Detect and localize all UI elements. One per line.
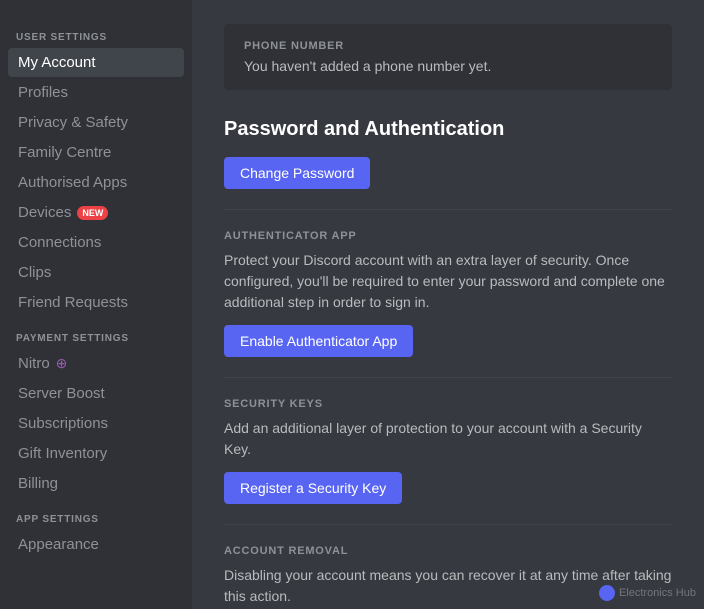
sidebar-item-clips[interactable]: Clips xyxy=(8,258,184,287)
divider-2 xyxy=(224,377,672,378)
sidebar-item-label: Authorised Apps xyxy=(18,174,127,191)
sidebar-item-devices[interactable]: Devices NEW xyxy=(8,198,184,227)
sidebar-item-connections[interactable]: Connections xyxy=(8,228,184,257)
authenticator-app-label: Authenticator App xyxy=(224,230,672,242)
sidebar-item-friend-requests[interactable]: Friend Requests xyxy=(8,288,184,317)
divider-3 xyxy=(224,524,672,525)
phone-number-value: You haven't added a phone number yet. xyxy=(244,58,652,74)
sidebar-item-label: Clips xyxy=(18,264,51,281)
sidebar-item-label: Friend Requests xyxy=(18,294,128,311)
sidebar: User Settings My Account Profiles Privac… xyxy=(0,0,192,609)
sidebar-item-label: Connections xyxy=(18,234,101,251)
main-content: Phone Number You haven't added a phone n… xyxy=(192,0,704,609)
sidebar-item-label: My Account xyxy=(18,54,96,71)
sidebar-item-label: Devices xyxy=(18,204,71,221)
sidebar-item-label: Profiles xyxy=(18,84,68,101)
sidebar-item-my-account[interactable]: My Account xyxy=(8,48,184,77)
account-removal-label: Account Removal xyxy=(224,545,672,557)
watermark: Electronics Hub xyxy=(599,585,696,601)
sidebar-item-label: Server Boost xyxy=(18,385,105,402)
phone-number-section: Phone Number You haven't added a phone n… xyxy=(224,24,672,90)
sidebar-item-label: Family Centre xyxy=(18,144,111,161)
sidebar-item-label: Gift Inventory xyxy=(18,445,107,462)
sidebar-item-family-centre[interactable]: Family Centre xyxy=(8,138,184,167)
enable-authenticator-button[interactable]: Enable Authenticator App xyxy=(224,325,413,357)
payment-settings-label: Payment Settings xyxy=(8,325,184,348)
sidebar-item-appearance[interactable]: Appearance xyxy=(8,530,184,559)
sidebar-item-subscriptions[interactable]: Subscriptions xyxy=(8,409,184,438)
divider-1 xyxy=(224,209,672,210)
sidebar-item-label: Billing xyxy=(18,475,58,492)
change-password-button[interactable]: Change Password xyxy=(224,157,370,189)
sidebar-item-authorised-apps[interactable]: Authorised Apps xyxy=(8,168,184,197)
sidebar-item-server-boost[interactable]: Server Boost xyxy=(8,379,184,408)
sidebar-item-profiles[interactable]: Profiles xyxy=(8,78,184,107)
sidebar-item-nitro[interactable]: Nitro ⊕ xyxy=(8,349,184,378)
authenticator-app-desc: Protect your Discord account with an ext… xyxy=(224,250,672,313)
security-keys-desc: Add an additional layer of protection to… xyxy=(224,418,672,460)
sidebar-item-privacy-safety[interactable]: Privacy & Safety xyxy=(8,108,184,137)
user-settings-label: User Settings xyxy=(8,24,184,47)
new-badge: NEW xyxy=(77,206,108,220)
nitro-icon: ⊕ xyxy=(56,355,68,372)
sidebar-item-billing[interactable]: Billing xyxy=(8,469,184,498)
section-title: Password and Authentication xyxy=(224,118,672,141)
app-settings-label: App Settings xyxy=(8,506,184,529)
sidebar-item-label: Nitro xyxy=(18,355,50,372)
watermark-icon xyxy=(599,585,615,601)
sidebar-item-gift-inventory[interactable]: Gift Inventory xyxy=(8,439,184,468)
security-keys-label: Security Keys xyxy=(224,398,672,410)
sidebar-item-label: Appearance xyxy=(18,536,99,553)
sidebar-item-label: Subscriptions xyxy=(18,415,108,432)
phone-number-label: Phone Number xyxy=(244,40,652,52)
sidebar-item-label: Privacy & Safety xyxy=(18,114,128,131)
register-security-key-button[interactable]: Register a Security Key xyxy=(224,472,402,504)
watermark-text: Electronics Hub xyxy=(619,587,696,599)
